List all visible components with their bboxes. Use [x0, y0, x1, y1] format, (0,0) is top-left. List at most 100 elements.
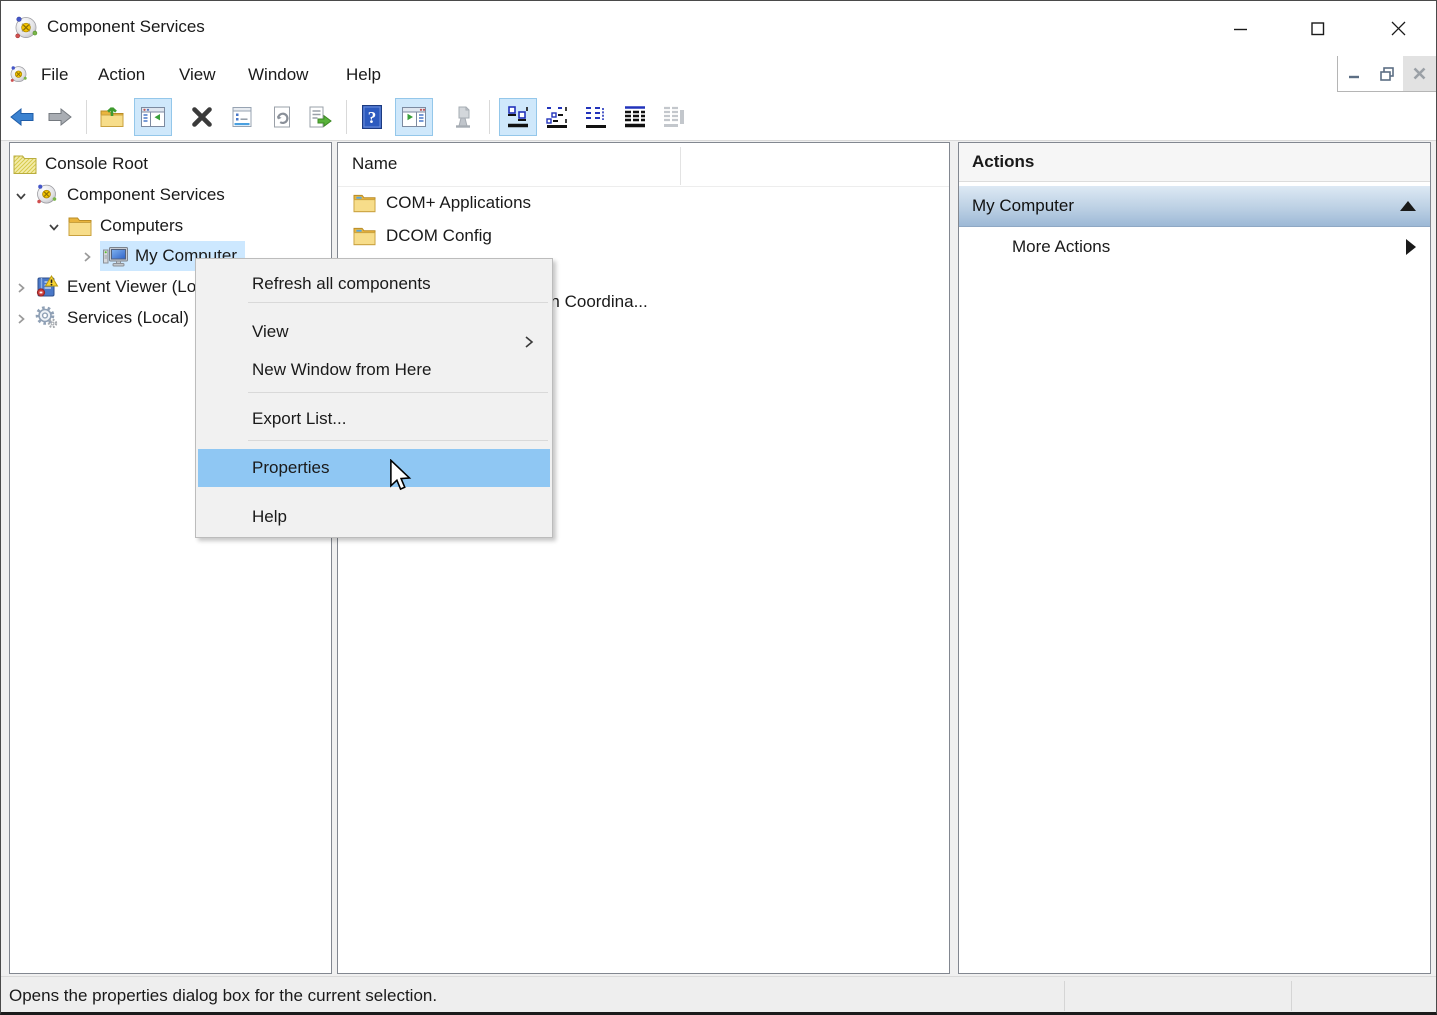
large-icons-view-icon — [505, 104, 531, 130]
more-actions-item[interactable]: More Actions — [959, 227, 1430, 267]
menu-separator — [248, 392, 548, 393]
large-icons-view-button[interactable] — [499, 98, 537, 136]
menu-help[interactable]: Help — [336, 56, 391, 93]
computer-icon — [102, 243, 129, 269]
console-root-folder-icon — [12, 151, 39, 177]
back-button[interactable] — [3, 98, 41, 136]
mdi-close-icon — [1413, 67, 1426, 80]
menu-item-help[interactable]: Help — [198, 498, 550, 536]
list-item-com-applications[interactable]: COM+ Applications — [338, 189, 531, 217]
chevron-right-icon[interactable] — [14, 280, 28, 294]
status-divider — [1064, 981, 1065, 1011]
toolbar-separator — [86, 100, 87, 134]
menu-item-label: View — [252, 322, 289, 341]
small-icons-view-icon — [544, 104, 570, 130]
help-button[interactable]: ? — [353, 98, 391, 136]
app-icon — [12, 14, 40, 42]
refresh-button[interactable] — [263, 98, 301, 136]
customize-view-icon — [661, 104, 687, 130]
menu-view[interactable]: View — [169, 56, 226, 93]
tree-item-component-services[interactable]: Component Services — [14, 179, 225, 210]
menu-item-export-list[interactable]: Export List... — [198, 400, 550, 438]
menu-item-properties[interactable]: Properties — [198, 449, 550, 487]
actions-group-label: My Computer — [972, 196, 1400, 216]
mdi-window-controls — [1337, 56, 1436, 92]
actions-group-my-computer[interactable]: My Computer — [959, 186, 1430, 227]
mdi-close-button[interactable] — [1403, 56, 1436, 91]
column-header-name: Name — [352, 154, 397, 174]
component-services-window: Component Services File Action View Wind… — [0, 0, 1437, 1015]
list-item-dcom-config[interactable]: DCOM Config — [338, 222, 492, 250]
menu-item-refresh-all-components[interactable]: Refresh all components — [198, 265, 550, 303]
toolbar-separator — [489, 100, 490, 134]
list-view-button[interactable] — [577, 98, 615, 136]
folder-icon — [352, 225, 377, 247]
services-gear-icon — [34, 305, 61, 331]
menu-separator — [248, 440, 548, 441]
context-menu: Refresh all components View New Window f… — [195, 258, 553, 538]
back-icon — [9, 105, 35, 129]
menu-window[interactable]: Window — [238, 56, 318, 93]
column-divider[interactable] — [680, 147, 681, 185]
chevron-down-icon[interactable] — [47, 219, 61, 233]
show-hide-console-tree-button[interactable] — [134, 98, 172, 136]
tree-item-services[interactable]: Services (Local) — [14, 302, 189, 333]
chevron-down-icon[interactable] — [14, 188, 28, 202]
forward-button[interactable] — [41, 98, 79, 136]
maximize-button[interactable] — [1287, 1, 1349, 56]
new-taskpad-view-button[interactable] — [444, 98, 482, 136]
menu-action[interactable]: Action — [88, 56, 155, 93]
chevron-right-icon[interactable] — [80, 249, 94, 263]
details-view-icon — [622, 104, 648, 130]
list-view-icon — [583, 104, 609, 130]
export-list-button[interactable] — [301, 98, 339, 136]
minimize-button[interactable] — [1210, 1, 1272, 56]
status-bar: Opens the properties dialog box for the … — [1, 976, 1436, 1013]
small-icons-view-button[interactable] — [538, 98, 576, 136]
console-icon — [8, 64, 29, 85]
mouse-cursor-icon — [389, 459, 415, 498]
show-hide-console-tree-icon — [140, 105, 166, 129]
customize-view-button[interactable] — [655, 98, 693, 136]
actions-pane-header: Actions — [959, 143, 1430, 182]
mdi-minimize-button[interactable] — [1338, 56, 1371, 91]
menu-item-view[interactable]: View — [198, 313, 550, 351]
submenu-arrow-icon — [1406, 239, 1416, 255]
chevron-right-icon[interactable] — [14, 311, 28, 325]
folder-icon — [352, 192, 377, 214]
delete-button[interactable] — [183, 98, 221, 136]
title-bar: Component Services — [1, 1, 1436, 56]
tree-item-label: Services (Local) — [67, 308, 189, 328]
forward-icon — [47, 105, 73, 129]
close-button[interactable] — [1367, 1, 1429, 56]
up-one-level-icon — [99, 104, 125, 130]
close-icon — [1391, 21, 1406, 36]
details-view-button[interactable] — [616, 98, 654, 136]
tree-item-event-viewer[interactable]: Event Viewer (Local) — [14, 271, 224, 302]
list-item-label: COM+ Applications — [386, 193, 531, 213]
tree-item-label: Component Services — [67, 185, 225, 205]
tree-item-computers[interactable]: Computers — [47, 210, 183, 241]
list-column-header[interactable]: Name — [338, 143, 949, 187]
menu-item-new-window-from-here[interactable]: New Window from Here — [198, 351, 550, 389]
up-one-level-button[interactable] — [93, 98, 131, 136]
properties-icon — [230, 105, 254, 129]
tree-item-console-root[interactable]: Console Root — [12, 148, 148, 179]
properties-button[interactable] — [223, 98, 261, 136]
collapse-icon[interactable] — [1400, 201, 1416, 211]
event-viewer-icon — [34, 274, 61, 300]
menu-bar: File Action View Window Help — [1, 56, 1436, 93]
refresh-icon — [270, 105, 294, 129]
toolbar: ? — [1, 93, 1436, 141]
show-hide-action-pane-button[interactable] — [395, 98, 433, 136]
com-services-icon — [34, 182, 61, 208]
tree-item-label: Console Root — [45, 154, 148, 174]
new-taskpad-view-icon — [450, 104, 476, 130]
actions-pane-title: Actions — [972, 152, 1034, 172]
delete-icon — [190, 105, 214, 129]
mdi-minimize-icon — [1348, 68, 1360, 80]
mdi-restore-button[interactable] — [1371, 56, 1404, 91]
svg-text:?: ? — [368, 108, 377, 127]
status-text: Opens the properties dialog box for the … — [9, 986, 437, 1006]
menu-file[interactable]: File — [31, 56, 78, 93]
